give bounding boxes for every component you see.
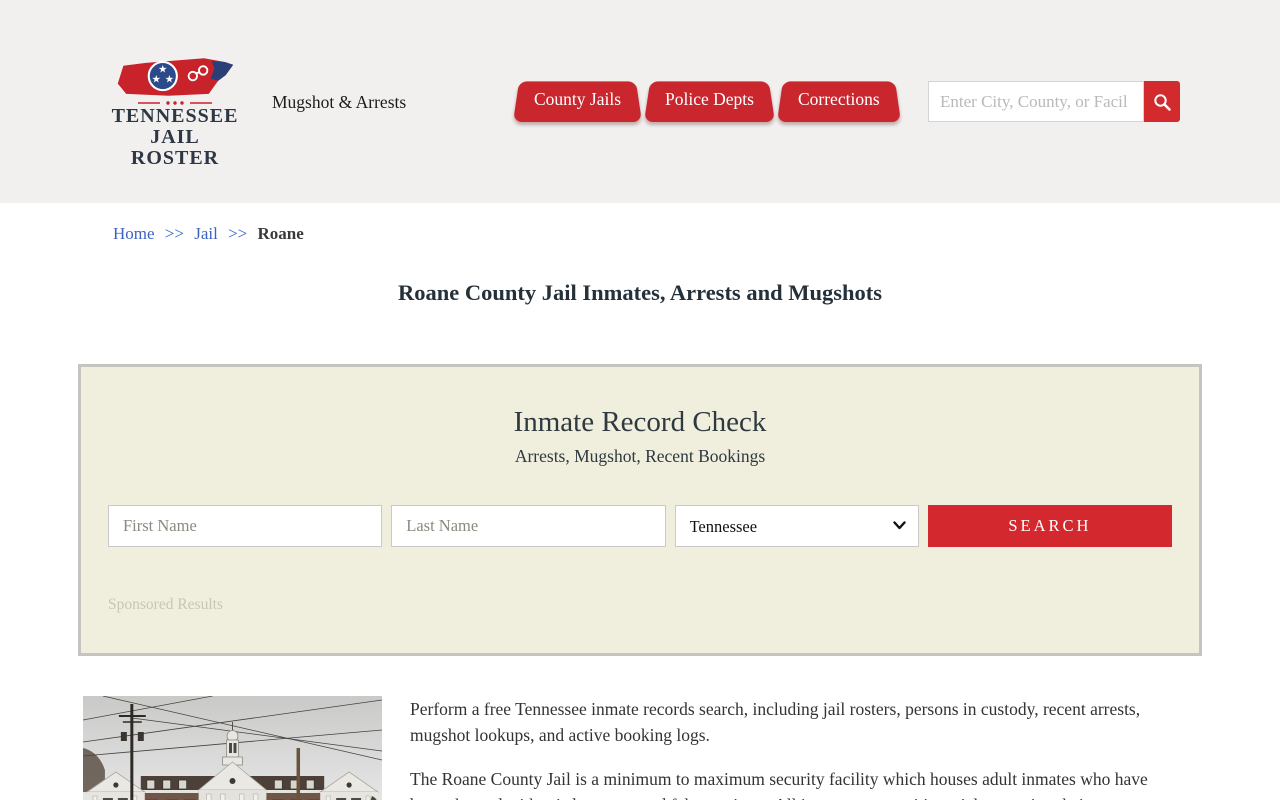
- panel-subtitle: Arrests, Mugshot, Recent Bookings: [514, 446, 766, 466]
- state-select-wrapper: Tennessee: [674, 505, 919, 547]
- description-text: Perform a free Tennessee inmate records …: [410, 696, 1155, 800]
- nav-police-depts-button[interactable]: Police Depts: [644, 77, 775, 122]
- svg-text:★: ★: [152, 74, 161, 86]
- state-select[interactable]: Tennessee: [674, 505, 919, 547]
- facility-search-input[interactable]: [928, 81, 1144, 122]
- jail-building-photo: [83, 696, 382, 800]
- sponsored-results-label: Sponsored Results: [108, 596, 223, 613]
- logo-text-line1: TENNESSEE: [111, 105, 239, 127]
- nav-county-jails-button[interactable]: County Jails: [513, 77, 642, 122]
- inmate-search-button[interactable]: SEARCH: [927, 505, 1172, 547]
- nav-police-depts-label: Police Depts: [665, 89, 754, 109]
- last-name-field[interactable]: [391, 505, 666, 547]
- breadcrumb-current-page: Roane: [257, 224, 304, 243]
- first-name-field[interactable]: [108, 505, 383, 547]
- nav-county-jails-label: County Jails: [534, 89, 622, 109]
- main-content: Home >> Jail >> Roane Roane County Jail …: [78, 224, 1202, 800]
- inmate-record-check-panel: Inmate Record Check Arrests, Mugshot, Re…: [78, 364, 1202, 656]
- content-columns: Perform a free Tennessee inmate records …: [78, 696, 1202, 800]
- nav-corrections-label: Corrections: [797, 89, 880, 109]
- main-nav: County Jails Police Depts Corrections: [513, 77, 901, 122]
- panel-title: Inmate Record Check: [513, 406, 767, 438]
- breadcrumb-separator: >>: [228, 224, 248, 243]
- svg-text:★: ★: [165, 74, 174, 86]
- breadcrumb-separator: >>: [164, 224, 184, 243]
- facility-search-button[interactable]: [1144, 81, 1180, 122]
- page-title: Roane County Jail Inmates, Arrests and M…: [397, 280, 882, 305]
- breadcrumb-jail-link[interactable]: Jail: [194, 224, 218, 243]
- inmate-search-form: Tennessee SEARCH: [108, 505, 1172, 547]
- site-header: ★ ★ ★ TENNESSEE JAIL ROSTER Mugshot & Ar…: [0, 0, 1280, 203]
- logo-text-line2: JAIL ROSTER: [130, 126, 220, 169]
- tennessee-state-logo-icon: ★ ★ ★: [117, 58, 234, 96]
- site-tagline: Mugshot & Arrests: [272, 92, 407, 112]
- nav-corrections-button[interactable]: Corrections: [777, 77, 901, 122]
- site-logo[interactable]: ★ ★ ★ TENNESSEE JAIL ROSTER: [111, 55, 239, 169]
- intro-paragraph: Perform a free Tennessee inmate records …: [410, 699, 1141, 745]
- breadcrumb: Home >> Jail >> Roane: [113, 224, 1202, 244]
- search-icon: [1154, 93, 1171, 111]
- breadcrumb-home-link[interactable]: Home: [113, 224, 155, 243]
- header-search: [928, 81, 1180, 122]
- facility-paragraph: The Roane County Jail is a minimum to ma…: [410, 769, 1148, 800]
